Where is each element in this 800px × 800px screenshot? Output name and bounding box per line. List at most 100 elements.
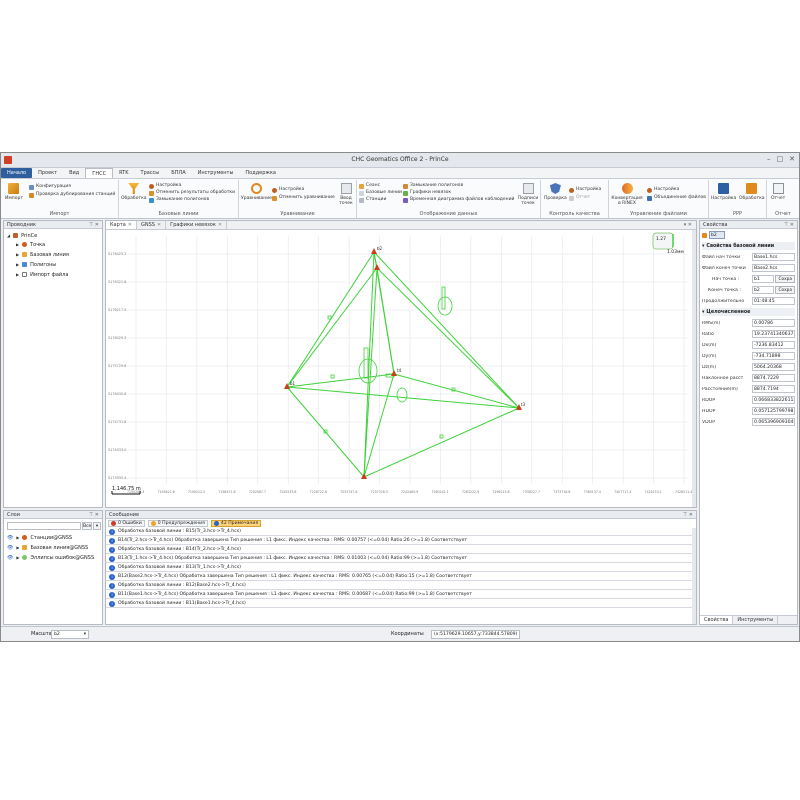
expand-arrow-icon[interactable]: ▶ <box>16 555 19 560</box>
report-button[interactable]: Отчет <box>771 183 785 201</box>
cancel-processing-button[interactable]: Отменить результаты обработки <box>149 190 235 196</box>
section-baseline-properties[interactable]: ▾ Свойства базовой линии <box>702 242 795 250</box>
expand-arrow-icon[interactable]: ▶ <box>16 242 19 247</box>
filter-errors[interactable]: 0 Ошибки <box>108 520 145 527</box>
minimize-icon[interactable]: – <box>767 155 771 163</box>
residuals-view-button[interactable]: Графики невязок <box>403 190 451 196</box>
layers-dropdown-icon[interactable]: ▾ <box>93 522 101 530</box>
quality-report-button[interactable]: Отчет <box>569 195 590 201</box>
tree-item-points[interactable]: ▶ Точка <box>16 241 45 248</box>
menu-project[interactable]: Проект <box>32 168 63 178</box>
menu-uav[interactable]: БПЛА <box>165 168 191 178</box>
message-row[interactable]: i B11(Base1.hcs->Tr_4.hcs) Обработка заве… <box>106 591 692 599</box>
close-tab-icon[interactable]: ✕ <box>128 222 132 228</box>
menu-start[interactable]: Начало <box>1 168 33 178</box>
close-tab-icon[interactable]: ✕ <box>218 222 222 228</box>
pin-icon[interactable]: ⊤ ✕ <box>89 221 99 229</box>
check-duplicates-button[interactable]: Проверка дублирования станций <box>29 192 115 198</box>
message-row[interactable]: i B12(Base2.hcs->Tr_4.hcs) Обработка заве… <box>106 573 692 581</box>
eye-icon[interactable]: 👁 <box>7 535 13 541</box>
rinex-convert-button[interactable]: Конвертация в RINEX <box>611 183 643 206</box>
point-labels-button[interactable]: Подписи точек <box>517 183 539 206</box>
scale-select[interactable]: b2 ▾ <box>51 630 89 639</box>
filter-info[interactable]: 42 Примечания <box>210 520 262 527</box>
timeline-view-button[interactable]: Временная диаграмма файлов наблюдений <box>403 197 514 203</box>
files-settings-button[interactable]: Настройка <box>647 187 679 193</box>
tree-root[interactable]: ◢ PrinCe <box>7 232 37 239</box>
messages-scrollbar[interactable] <box>692 528 696 624</box>
layer-item-ellipses[interactable]: 👁 ▶ Эллипсы ошибок@GNSS <box>7 554 94 561</box>
tab-residuals[interactable]: Графики невязок ✕ <box>166 221 228 229</box>
menu-gnss[interactable]: ГНСС <box>85 168 114 178</box>
expand-arrow-icon[interactable]: ▶ <box>16 272 19 277</box>
station-marker[interactable] <box>374 264 380 270</box>
map-canvas[interactable]: 5176425.3 5176322.8 5176217.5 5176029.3 5175… <box>106 230 696 507</box>
message-row[interactable]: i B14(Tr_2.hcs->Tr_4.hcs) Обработка завер… <box>106 537 692 545</box>
tree-item-polygons[interactable]: ▶ Полигоны <box>16 261 56 268</box>
merge-files-button[interactable]: Объединение файлов <box>647 195 706 201</box>
eye-icon[interactable]: 👁 <box>7 555 13 561</box>
section-integer[interactable]: ▾ Целочисленное <box>702 308 795 316</box>
message-row[interactable]: i Обработка базовой линии : B12(Base2.hcs… <box>106 582 692 590</box>
expand-arrow-icon[interactable]: ▶ <box>16 252 19 257</box>
menu-support[interactable]: Поддержка <box>239 168 282 178</box>
adjust-settings-button[interactable]: Настройка <box>272 187 304 193</box>
menu-view[interactable]: Вид <box>63 168 85 178</box>
filter-warnings[interactable]: 0 Предупреждения <box>147 520 208 527</box>
expand-arrow-icon[interactable]: ▶ <box>16 545 19 550</box>
maximize-icon[interactable]: □ <box>777 155 784 163</box>
expand-arrow-icon[interactable]: ▶ <box>16 535 19 540</box>
network-map[interactable]: 5176425.3 5176322.8 5176217.5 5176029.3 5175… <box>106 230 696 508</box>
check-quality-button[interactable]: Проверка <box>544 183 567 201</box>
expand-arrow-icon[interactable]: ▶ <box>16 262 19 267</box>
loop-closure-button[interactable]: Замыкание полигонов <box>149 197 209 203</box>
adjustment-button[interactable]: Уравнивание <box>241 183 272 201</box>
close-tab-icon[interactable]: ✕ <box>157 222 161 228</box>
import-button[interactable]: Импорт <box>5 183 23 201</box>
collapse-icon[interactable]: ▾ <box>702 310 704 315</box>
pin-icon[interactable]: ⊤ ✕ <box>683 511 693 519</box>
message-row[interactable]: i Обработка базовой линии : B11(Base1.hcs… <box>106 600 692 608</box>
ppp-settings-button[interactable]: Настройка <box>711 183 736 201</box>
message-row[interactable]: i Обработка базовой линии : B13(Tr_1.hcs-… <box>106 564 692 572</box>
menu-routes[interactable]: Трассы <box>135 168 166 178</box>
message-row[interactable]: i B13(Tr_1.hcs->Tr_4.hcs) Обработка завер… <box>106 555 692 563</box>
layer-item-baseline[interactable]: 👁 ▶ Базовая линия@GNSS <box>7 544 88 551</box>
selected-object[interactable]: b2 <box>709 231 725 239</box>
tab-instruments[interactable]: Инструменты <box>733 616 779 624</box>
chevron-down-icon[interactable]: ▾ <box>84 631 86 639</box>
layers-search-input[interactable] <box>7 522 81 530</box>
baselines-view-button[interactable]: Базовые линии <box>359 190 402 196</box>
stations[interactable]: b2 b1 t3 t4 <box>284 246 526 479</box>
close-icon[interactable]: ✕ <box>789 155 795 163</box>
baseline-settings-button[interactable]: Настройка <box>149 183 181 189</box>
tab-menu-icon[interactable]: ▾ ✕ <box>680 221 696 229</box>
message-row[interactable]: i Обработка базовой линии : B15(Tr_3.hcs-… <box>106 528 692 536</box>
stations-view-button[interactable]: Станции <box>359 197 386 203</box>
cancel-adjust-button[interactable]: Отменить уравнивание <box>272 195 335 201</box>
tab-properties[interactable]: Свойства <box>700 616 734 624</box>
tab-gnss[interactable]: GNSS ✕ <box>137 221 167 229</box>
pin-icon[interactable]: ⊤ ✕ <box>89 511 99 519</box>
tree-item-import[interactable]: ▶ Импорт файла <box>16 271 68 278</box>
pin-icon[interactable]: ⊤ ✕ <box>784 221 794 229</box>
loop-view-button[interactable]: Замыкание полигонов <box>403 183 463 189</box>
quality-settings-button[interactable]: Настройка <box>569 187 601 193</box>
configuration-button[interactable]: Конфигурация <box>29 184 71 190</box>
layers-all-button[interactable]: Все <box>82 522 92 530</box>
tree-item-baseline[interactable]: ▶ Базовая линия <box>16 251 69 258</box>
message-row[interactable]: i Обработка базовой линии : B14(Tr_2.hcs-… <box>106 546 692 554</box>
save-start-button[interactable]: Сохра <box>775 275 795 283</box>
layer-item-stations[interactable]: 👁 ▶ Станции@GNSS <box>7 534 72 541</box>
collapse-arrow-icon[interactable]: ◢ <box>7 233 10 238</box>
menu-tools[interactable]: Инструменты <box>192 168 240 178</box>
collapse-icon[interactable]: ▾ <box>702 244 704 249</box>
tab-map[interactable]: Карта ✕ <box>106 221 137 229</box>
enter-points-button[interactable]: Ввод точек <box>337 183 355 206</box>
save-end-button[interactable]: Сохра <box>775 286 795 294</box>
menu-rtk[interactable]: RTK <box>113 168 134 178</box>
eye-icon[interactable]: 👁 <box>7 545 13 551</box>
session-button[interactable]: Сеанс <box>359 183 380 189</box>
map-vertical-scrollbar[interactable] <box>692 230 696 507</box>
processing-button[interactable]: Обработка <box>121 183 147 201</box>
